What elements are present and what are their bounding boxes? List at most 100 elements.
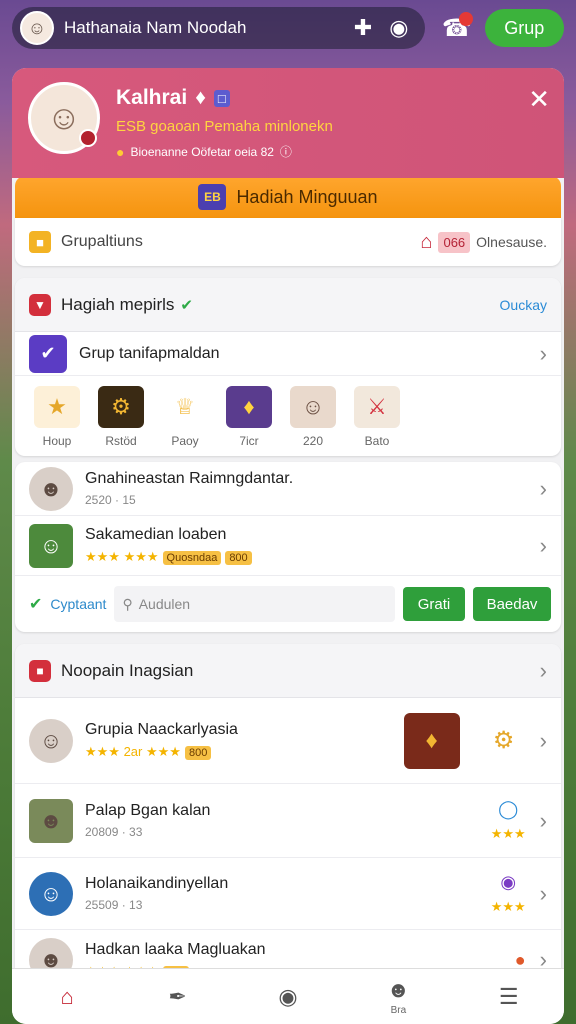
avatar: ☻	[29, 798, 73, 843]
search-input[interactable]: ⚲ Audulen	[114, 586, 395, 622]
treasure-icon: ♦	[226, 386, 272, 428]
rating-stars: ★★★ 2ar ★★★ 800	[85, 744, 404, 760]
table-row[interactable]: ☻ Palap Bgan kalan 20809 · 33 ◯ ★★★ ›	[15, 784, 561, 858]
chevron-right-icon[interactable]: ›	[540, 808, 547, 834]
gift-item[interactable]: ⚔ Bato	[349, 386, 405, 448]
group-header-pill[interactable]: ☺ Hathanaia Nam Noodah ✚ ◉	[12, 7, 425, 49]
join-group-button[interactable]: Grup	[484, 9, 564, 47]
pin-icon: ✔	[29, 334, 67, 373]
check-icon: ✔	[29, 596, 43, 613]
portrait-icon: ☺	[290, 386, 336, 428]
badge-icon: ◉	[500, 872, 517, 892]
nav-profile-icon[interactable]: ☻ Bra	[368, 977, 428, 1016]
chevron-right-icon[interactable]: ›	[540, 658, 547, 684]
group-avatar[interactable]: ☺	[20, 11, 54, 45]
weekly-reward-banner[interactable]: EB Hadiah Minguuan	[15, 176, 561, 218]
nav-feather-icon[interactable]: ✒	[148, 984, 208, 1010]
gifts-section-link[interactable]: Ouckay	[500, 297, 547, 313]
profile-tagline: ESB goaoan Pemaha minlonekn	[116, 118, 333, 135]
group-name: Holanaikandinyellan	[85, 875, 229, 892]
status-badge: 800	[184, 746, 212, 760]
cannon-icon: ⚙	[475, 712, 532, 769]
group-name: Hadkan laaka Magluakan	[85, 940, 266, 958]
group-info-strip[interactable]: ■ Grupaltiuns ⌂ 066 Olnesause.	[15, 218, 561, 266]
gifts-section-title: Hagiah mepirls ✔	[61, 294, 193, 314]
info-icon: ⓘ	[279, 145, 292, 159]
member-meta: 2520 · 15	[85, 493, 136, 507]
rating-stars: ★★★	[490, 826, 526, 841]
profile-name: Kalhrai	[116, 86, 188, 109]
cannon-icon: ⚙	[98, 386, 144, 428]
member-name: Gnahineastan Raimngdantar.	[85, 470, 294, 487]
treasure-chest-icon: ♦	[403, 712, 460, 769]
chevron-right-icon[interactable]: ›	[540, 476, 547, 502]
avatar: ☺	[29, 871, 73, 916]
group-info-label: Grupaltiuns	[61, 233, 143, 250]
avatar-badge	[79, 129, 97, 147]
profile-avatar[interactable]: ☺	[28, 82, 100, 154]
gift-item[interactable]: ♦ 7icr	[221, 386, 277, 448]
chevron-right-icon[interactable]: ›	[540, 881, 547, 907]
gift-item[interactable]: ★ Houp	[29, 386, 85, 448]
search-icon: ⚲	[122, 595, 133, 612]
recommend-section-title: Noopain Inagsian	[61, 660, 194, 680]
gifts-section-header: ▼ Hagiah mepirls ✔ Ouckay	[15, 278, 561, 332]
nav-home-icon[interactable]: ⌂	[37, 984, 97, 1010]
profile-info: Kalhrai ♦ □ ESB goaoan Pemaha minlonekn …	[116, 86, 333, 164]
send-button[interactable]: Baedav	[473, 587, 551, 621]
status-badge: 800	[225, 551, 252, 565]
top-bar: ☺ Hathanaia Nam Noodah ✚ ◉ ☎ Grup	[0, 0, 576, 56]
chevron-right-icon[interactable]: ›	[540, 533, 547, 559]
recommend-section: ■ Noopain Inagsian › ☺ Grupia Naackarlya…	[15, 644, 561, 990]
table-row[interactable]: ☺ Holanaikandinyellan 25509 · 13 ◉ ★★★ ›	[15, 858, 561, 930]
avatar: ☺	[29, 523, 73, 568]
table-row[interactable]: ☺ Sakamedian loaben ★★★ ★★★ Quosndaa 800 ›	[15, 516, 561, 576]
badge-icon: □	[213, 89, 230, 107]
notification-dot	[458, 12, 473, 26]
profile-sub: ● Bioenanne Oöfetar oeia 82 ⓘ	[116, 143, 333, 160]
avatar: ☻	[29, 466, 73, 511]
table-row[interactable]: ☻ Gnahineastan Raimngdantar. 2520 · 15 ›	[15, 462, 561, 516]
game-controller-icon[interactable]: ◉	[381, 15, 417, 41]
profile-card: ☺ Kalhrai ♦ □ ESB goaoan Pemaha minlonek…	[12, 68, 564, 1024]
nav-profile-label: Bra	[390, 1005, 407, 1016]
chevron-right-icon[interactable]: ›	[540, 728, 547, 754]
star-box-icon: ★	[34, 386, 80, 428]
gift-row: ★ Houp ⚙ Rstöd ♕ Paoy ♦ 7icr ☺ 220 ⚔ Bato	[15, 376, 561, 456]
nav-menu-icon[interactable]: ☰	[479, 984, 539, 1010]
gift-item[interactable]: ♕ Paoy	[157, 386, 213, 448]
verified-icon: ✔	[180, 296, 193, 314]
reward-icon: EB	[198, 184, 227, 210]
home-icon: ⌂	[420, 230, 433, 253]
nav-location-icon[interactable]: ◉	[258, 984, 318, 1010]
gift-item[interactable]: ⚙ Rstöd	[93, 386, 149, 448]
gift-item[interactable]: ☺ 220	[285, 386, 341, 448]
table-row[interactable]: ☺ Grupia Naackarlyasia ★★★ 2ar ★★★ 800 ♦ …	[15, 698, 561, 784]
rating-stars: ★★★ ★★★ Quosndaa 800	[85, 549, 540, 565]
confirm-label[interactable]: Cyptaant	[50, 596, 106, 612]
count-chip: 066	[438, 231, 471, 253]
sword-icon: ⚔	[354, 386, 400, 428]
group-meta: 25509 · 13	[85, 898, 143, 912]
profile-sub-text: Bioenanne Oöfetar oeia 82	[130, 144, 274, 159]
level-icon: ♦	[195, 86, 206, 109]
bottom-nav: ⌂ ✒ ◉ ☻ Bra ☰	[12, 968, 564, 1024]
gratis-button[interactable]: Grati	[403, 587, 465, 621]
group-name: Palap Bgan kalan	[85, 802, 211, 819]
members-section: ☻ Gnahineastan Raimngdantar. 2520 · 15 ›…	[15, 462, 561, 632]
rating-stars: ★★★	[490, 899, 526, 914]
folder-icon: ■	[29, 231, 51, 253]
phone-icon[interactable]: ☎	[439, 10, 475, 46]
avatar: ☺	[29, 718, 73, 763]
chevron-right-icon[interactable]: ›	[540, 341, 547, 367]
reward-label: Hadiah Minguuan	[236, 186, 378, 207]
close-icon[interactable]: ✕	[528, 84, 550, 115]
list-item-title: Grup tanifapmaldan	[79, 344, 220, 362]
status-badge: Quosndaa	[162, 551, 222, 565]
gifts-section: ▼ Hagiah mepirls ✔ Ouckay ✔ Grup tanifapm…	[15, 278, 561, 456]
list-item[interactable]: ✔ Grup tanifapmaldan ›	[15, 332, 561, 376]
recommend-section-header: ■ Noopain Inagsian ›	[15, 644, 561, 698]
count-text: Olnesause.	[476, 234, 547, 250]
member-actions: ✔ Cyptaant ⚲ Audulen Grati Baedav	[15, 576, 561, 632]
plus-icon[interactable]: ✚	[345, 15, 381, 41]
